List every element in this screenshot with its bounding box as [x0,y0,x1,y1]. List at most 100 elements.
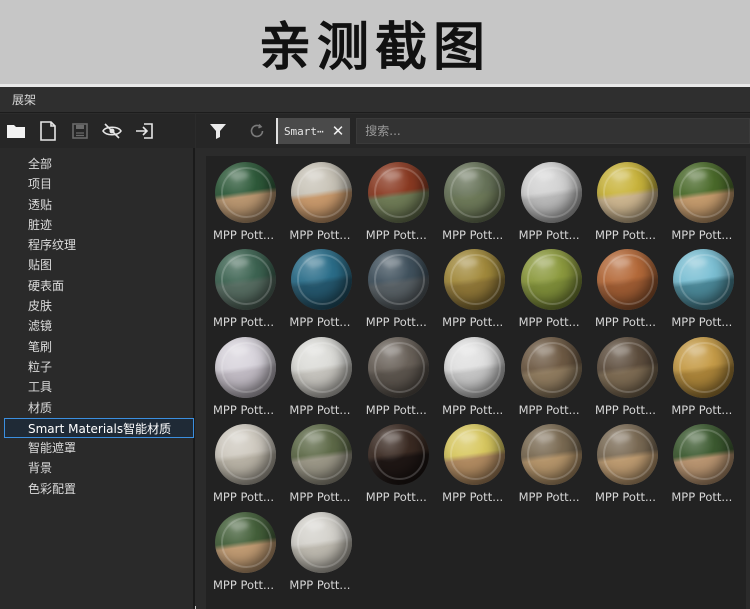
category-item[interactable]: 智能遮罩 [0,438,193,458]
sphere-ring [221,254,272,306]
sphere-ring [679,429,731,481]
category-item[interactable]: 皮肤 [0,296,193,316]
material-thumbnail[interactable]: MPP Pott... [594,336,670,424]
material-thumbnail[interactable]: MPP Pott... [441,162,517,249]
material-label: MPP Pott... [213,402,274,417]
material-preview-sphere [215,424,276,486]
material-label: MPP Pott... [518,402,580,417]
material-thumbnail[interactable]: MPP Pott... [441,424,517,511]
category-item[interactable]: 项目 [0,174,193,194]
filter-icon[interactable] [196,114,240,148]
banner-title: 亲测截图 [258,17,491,78]
material-label: MPP Pott... [365,315,427,330]
material-preview-sphere [520,336,582,398]
sphere-ring [373,341,425,393]
material-preview-sphere [673,162,735,223]
sphere-ring [221,516,272,568]
material-thumbnail[interactable]: MPP Pott... [212,424,288,511]
material-thumbnail[interactable]: MPP Pott... [594,424,670,511]
category-item[interactable]: 贴图 [0,255,193,275]
material-thumbnail[interactable]: MPP Pott... [288,511,364,599]
material-preview-sphere [444,162,506,223]
sphere-ring [297,341,349,393]
category-item[interactable]: 程序纹理 [0,235,193,255]
material-thumbnail[interactable]: MPP Pott... [288,249,364,336]
material-label: MPP Pott... [594,315,656,330]
material-thumbnail[interactable]: MPP Pott... [212,511,288,599]
category-item[interactable]: 全部 [0,154,193,174]
material-preview-sphere [444,336,506,398]
material-preview-sphere [673,249,735,311]
filter-tag[interactable]: Smart⋯ ✕ [275,118,351,144]
material-preview-sphere [291,511,353,573]
material-preview-sphere [291,424,353,486]
category-item[interactable]: 硬表面 [0,276,193,296]
sphere-ring [526,167,578,218]
category-item[interactable]: 滤镜 [0,316,193,336]
material-thumbnail[interactable]: MPP Pott... [365,162,441,249]
sphere-ring [602,341,654,393]
material-preview-sphere [367,424,429,486]
category-item[interactable]: 背景 [0,458,193,478]
left-toolbar [0,114,195,148]
sphere-ring [450,341,502,393]
material-preview-sphere [215,162,276,223]
new-file-icon[interactable] [32,114,64,148]
category-item[interactable]: 粒子 [0,357,193,377]
category-item[interactable]: 透贴 [0,195,193,215]
category-item[interactable]: 工具 [0,377,193,397]
material-thumbnail[interactable]: MPP Pott... [212,336,288,424]
material-thumbnail[interactable]: MPP Pott... [365,249,441,336]
material-thumbnail[interactable]: MPP Pott... [288,162,364,249]
material-grid: MPP Pott... MPP Pott... MPP Pott... MPP Pot… [212,162,747,599]
material-grid-area: MPP Pott... MPP Pott... MPP Pott... MPP Pot… [206,156,750,609]
import-icon[interactable] [128,114,160,148]
material-thumbnail[interactable]: MPP Pott... [670,162,746,249]
material-thumbnail[interactable]: MPP Pott... [594,162,670,249]
material-thumbnail[interactable]: MPP Pott... [518,336,594,424]
material-thumbnail[interactable]: MPP Pott... [288,424,364,511]
right-toolbar: Smart⋯ ✕ [196,114,750,148]
sphere-ring [679,254,731,306]
sphere-ring [526,341,578,393]
sphere-ring [450,254,502,306]
category-item[interactable]: 材质 [0,398,193,418]
material-preview-sphere [520,162,582,223]
folder-icon[interactable] [0,114,32,148]
material-thumbnail[interactable]: MPP Pott... [288,336,364,424]
material-thumbnail[interactable]: MPP Pott... [212,249,288,336]
material-label: MPP Pott... [213,228,274,242]
material-thumbnail[interactable]: MPP Pott... [518,424,594,511]
search-input[interactable] [356,118,750,144]
material-label: MPP Pott... [365,228,427,242]
material-label: MPP Pott... [289,315,351,330]
category-item[interactable]: 色彩配置 [0,479,193,499]
material-thumbnail[interactable]: MPP Pott... [441,336,517,424]
close-icon[interactable]: ✕ [332,123,345,139]
material-thumbnail[interactable]: MPP Pott... [365,424,441,511]
refresh-icon[interactable] [240,114,274,148]
sphere-ring [221,167,272,218]
material-thumbnail[interactable]: MPP Pott... [441,249,517,336]
material-thumbnail[interactable]: MPP Pott... [670,336,746,424]
material-label: MPP Pott... [671,490,733,505]
material-thumbnail[interactable]: MPP Pott... [365,336,441,424]
material-label: MPP Pott... [213,490,274,505]
material-thumbnail[interactable]: MPP Pott... [212,162,288,249]
right-panel: Smart⋯ ✕ MPP Pott...MPP Pott...MPP Pott.… [196,114,750,609]
save-icon[interactable] [64,114,96,148]
material-thumbnail[interactable]: MPP Pott... [670,249,746,336]
material-label: MPP Pott... [442,315,504,330]
material-preview-sphere [444,424,506,486]
material-thumbnail[interactable]: MPP Pott... [518,249,594,336]
material-thumbnail[interactable]: MPP Pott... [518,162,594,249]
scrollbar[interactable] [746,156,750,609]
material-label: MPP Pott... [671,402,733,417]
category-item[interactable]: Smart Materials智能材质 [4,417,194,439]
category-item[interactable]: 笔刷 [0,337,193,357]
hide-icon[interactable] [96,114,128,148]
material-thumbnail[interactable]: MPP Pott... [670,424,746,511]
category-item[interactable]: 脏迹 [0,215,193,235]
material-preview-sphere [215,336,276,398]
material-thumbnail[interactable]: MPP Pott... [594,249,670,336]
